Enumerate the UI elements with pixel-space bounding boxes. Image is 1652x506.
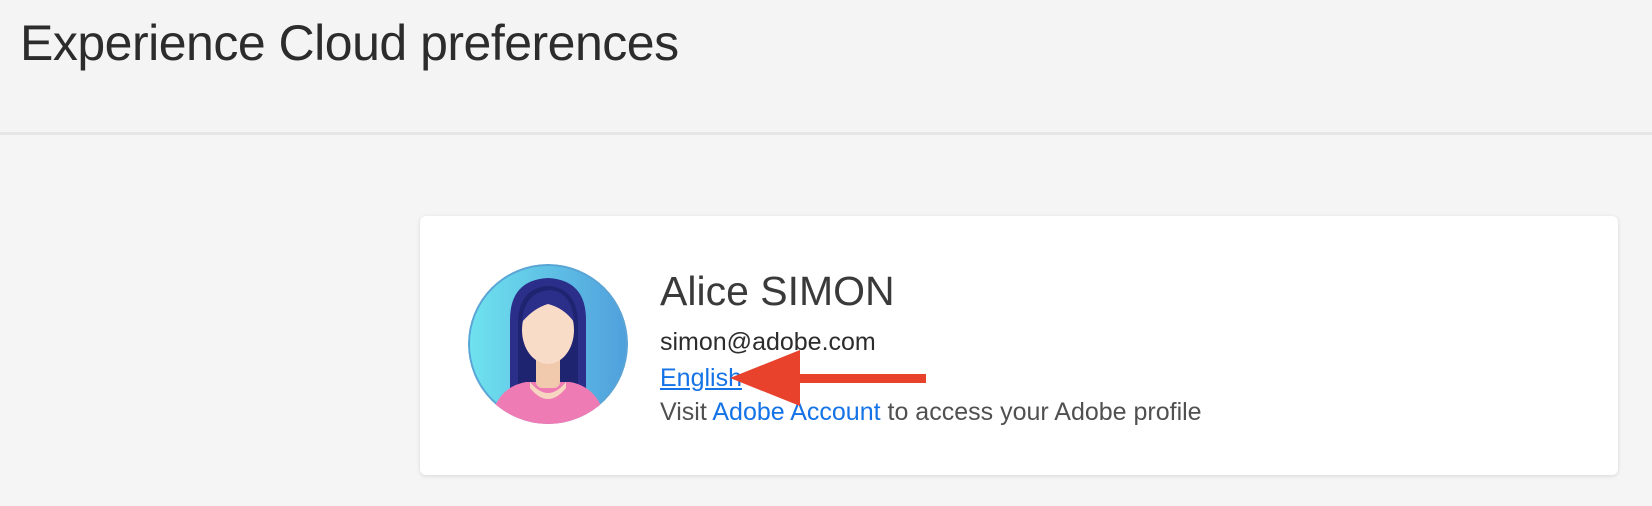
left-arrow-icon xyxy=(730,350,930,415)
page-header: Experience Cloud preferences xyxy=(0,0,1652,135)
visit-prefix: Visit xyxy=(660,398,707,426)
user-avatar-icon xyxy=(468,264,628,424)
page-title: Experience Cloud preferences xyxy=(20,15,679,71)
preferences-page: Experience Cloud preferences Alice SIMON… xyxy=(0,0,1652,506)
visit-suffix: to access your Adobe profile xyxy=(887,398,1202,426)
user-name: Alice SIMON xyxy=(660,268,895,314)
profile-card: Alice SIMON simon@adobe.com English Visi… xyxy=(420,216,1618,475)
